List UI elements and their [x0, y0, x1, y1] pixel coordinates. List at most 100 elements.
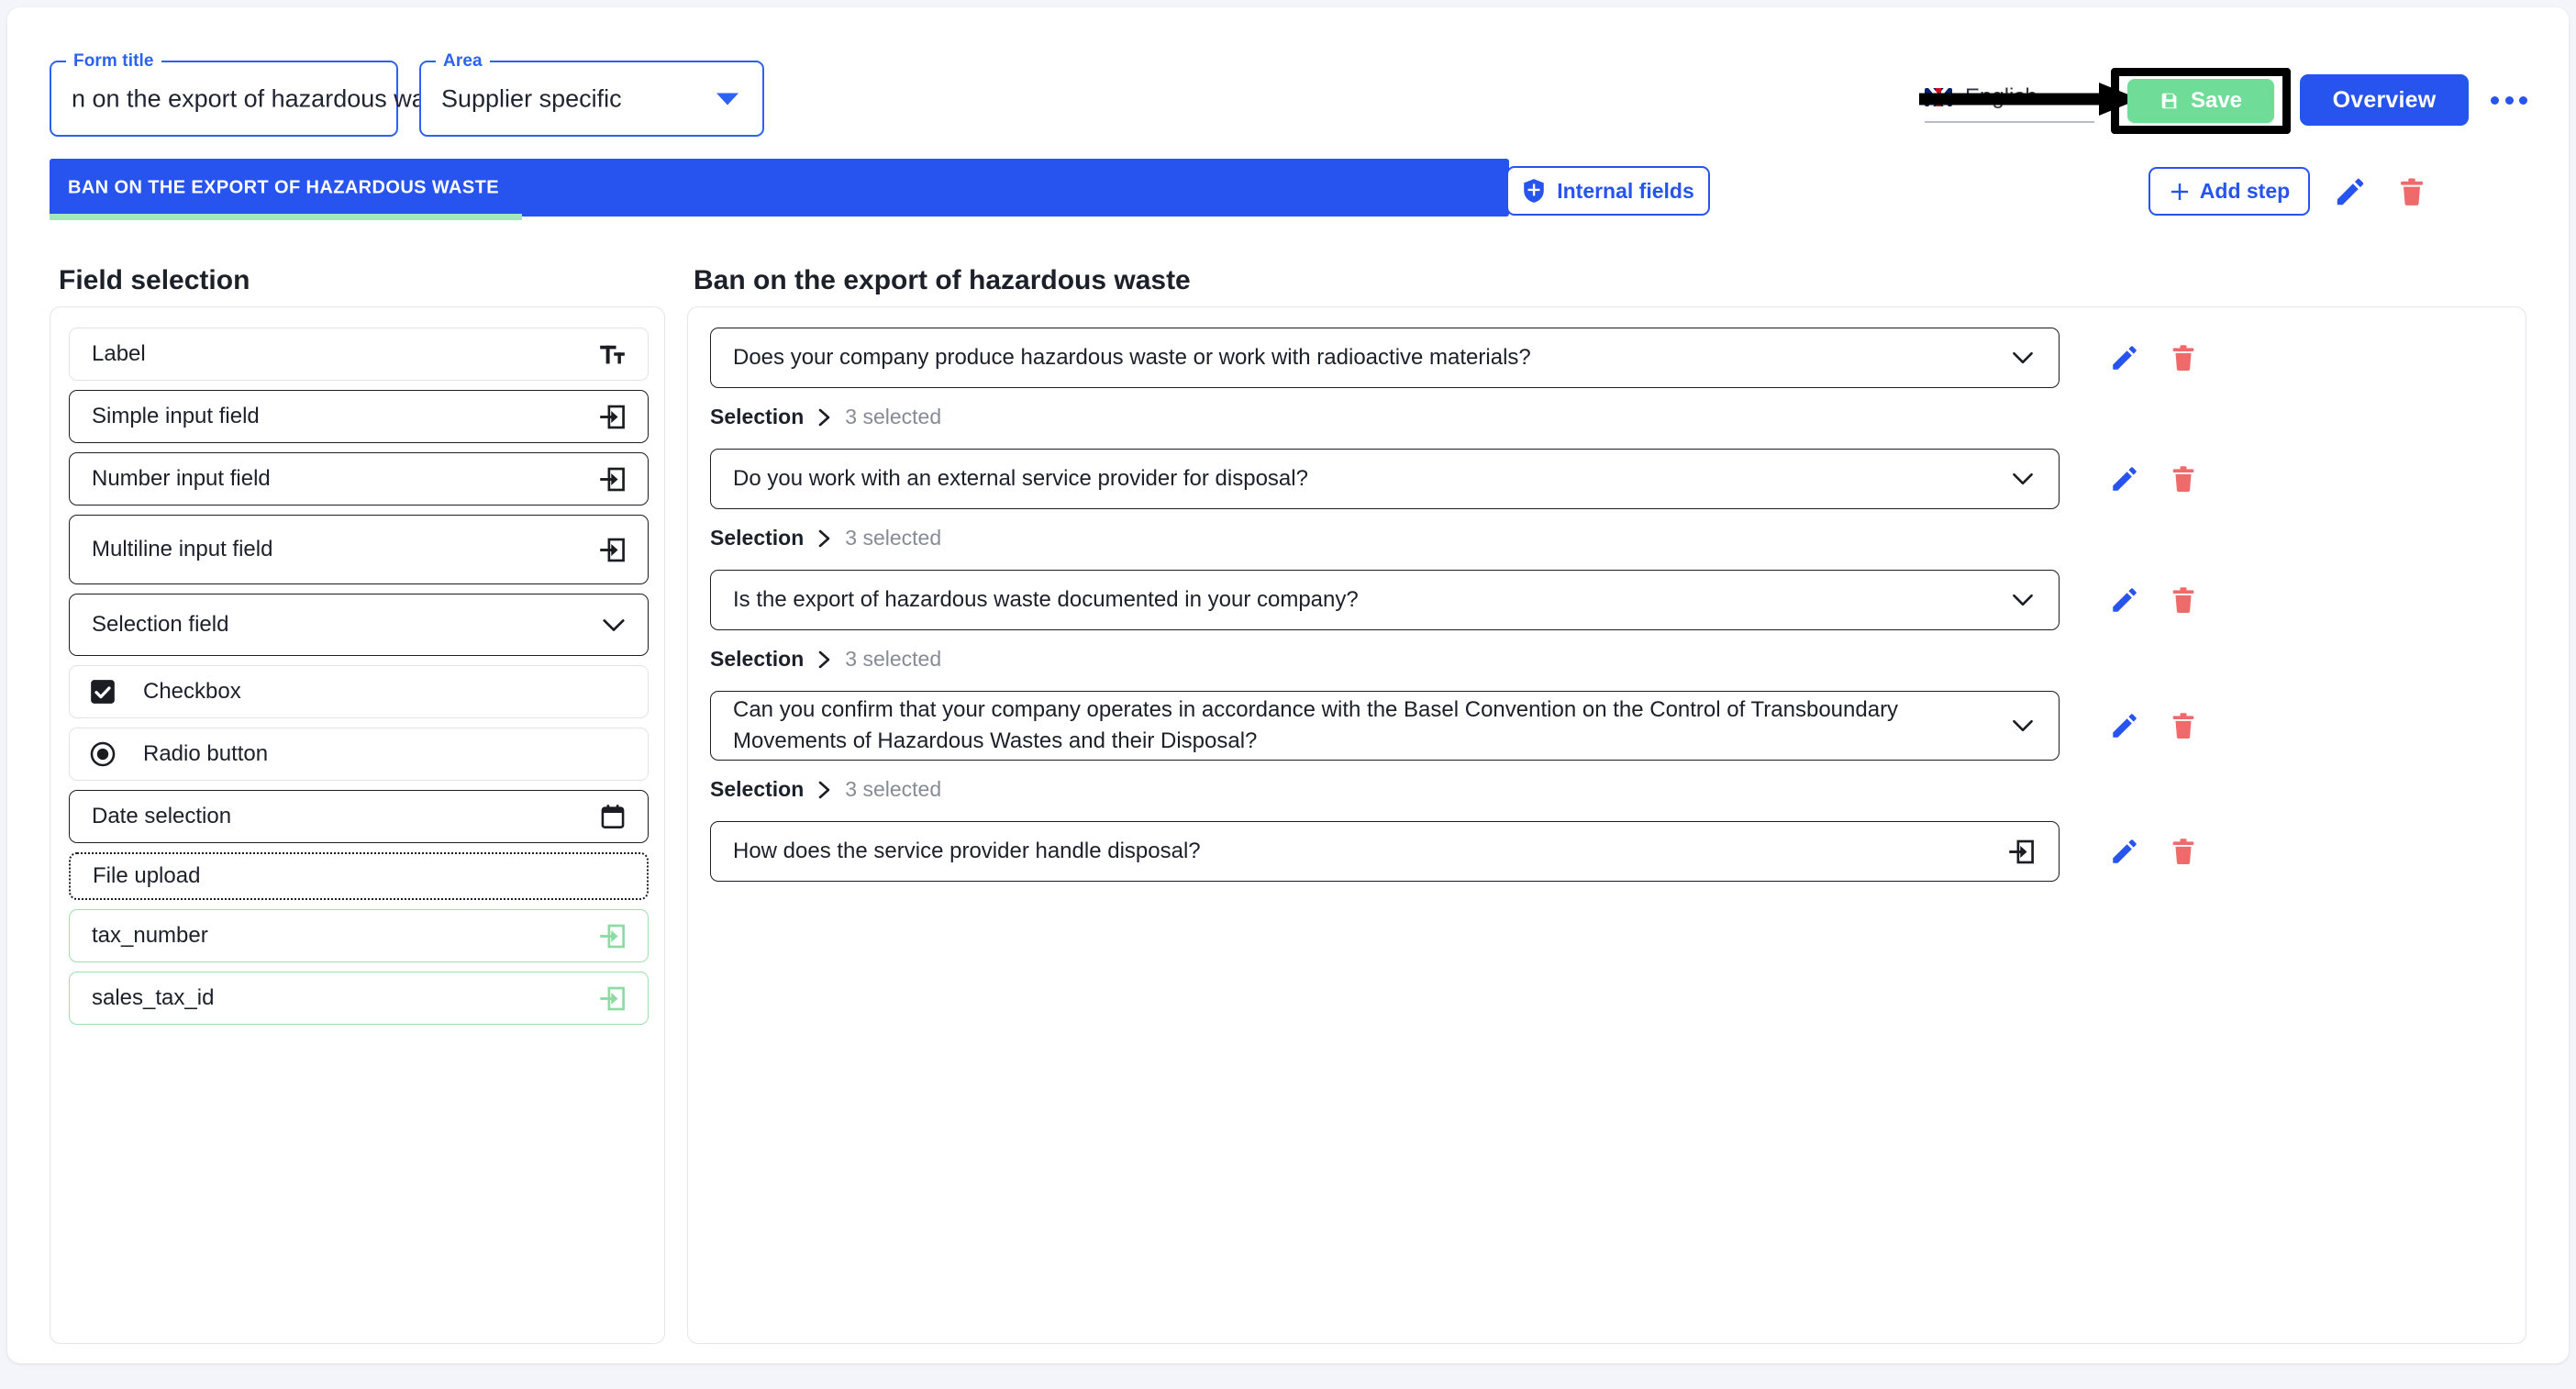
edit-question-button[interactable]	[2109, 342, 2140, 373]
question-row: Can you confirm that your company operat…	[710, 691, 2508, 761]
selection-label: Selection	[710, 647, 805, 671]
question-selection-summary[interactable]: Selection 3 selected	[710, 647, 941, 672]
question-actions	[2109, 463, 2199, 494]
internal-fields-label: Internal fields	[1557, 178, 1694, 203]
question-list-panel: Does your company produce hazardous wast…	[687, 306, 2526, 1344]
field-type-card[interactable]: File upload	[69, 852, 649, 900]
chevron-down-icon	[603, 618, 625, 631]
input-field-icon	[600, 538, 625, 561]
field-type-label: Date selection	[92, 804, 232, 828]
chevron-right-icon	[818, 781, 830, 798]
selection-count: 3 selected	[845, 405, 942, 428]
chevron-down-icon	[2013, 472, 2033, 485]
question-text: How does the service provider handle dis…	[733, 839, 1201, 863]
field-type-label: Multiline input field	[92, 537, 273, 561]
input-field-icon	[600, 467, 625, 491]
field-type-card[interactable]: sales_tax_id	[69, 972, 649, 1025]
delete-question-button[interactable]	[2168, 463, 2199, 494]
add-step-button[interactable]: Add step	[2149, 167, 2310, 216]
field-selection-panel: Label Simple input field Number input fi…	[50, 306, 665, 1344]
input-field-icon	[600, 405, 625, 428]
question-selection-summary[interactable]: Selection 3 selected	[710, 405, 941, 429]
delete-question-button[interactable]	[2168, 584, 2199, 616]
field-type-icon	[70, 679, 116, 705]
field-type-card[interactable]: Selection field	[69, 594, 649, 656]
form-title-field[interactable]: Form title n on the export of hazardous …	[50, 51, 459, 137]
trash-icon	[2172, 587, 2194, 614]
field-type-label: File upload	[93, 863, 201, 888]
trash-icon	[2172, 713, 2194, 739]
question-actions	[2109, 836, 2199, 867]
question-field-icon	[2011, 718, 2059, 733]
question-card[interactable]: Does your company produce hazardous wast…	[710, 328, 2060, 388]
selection-label: Selection	[710, 526, 805, 550]
delete-question-button[interactable]	[2168, 342, 2199, 373]
field-type-card[interactable]: Simple input field	[69, 390, 649, 443]
trash-icon	[2172, 345, 2194, 372]
delete-question-button[interactable]	[2168, 836, 2199, 867]
edit-question-button[interactable]	[2109, 836, 2140, 867]
field-type-card[interactable]: Number input field	[69, 452, 649, 506]
kebab-menu-icon[interactable]	[2491, 88, 2527, 112]
area-label: Area	[436, 51, 490, 72]
question-row: Do you work with an external service pro…	[710, 449, 2508, 509]
input-field-icon-green	[600, 924, 625, 948]
pencil-icon	[2113, 467, 2137, 491]
question-field-icon	[2011, 472, 2059, 486]
area-value: Supplier specific	[441, 84, 622, 112]
shield-icon	[1524, 179, 1544, 203]
chevron-right-icon	[818, 650, 830, 668]
pencil-icon	[2113, 588, 2137, 612]
question-row: How does the service provider handle dis…	[710, 821, 2508, 882]
field-type-card[interactable]: Checkbox	[69, 665, 649, 718]
question-card[interactable]: How does the service provider handle dis…	[710, 821, 2060, 882]
calendar-icon	[601, 805, 625, 828]
question-actions	[2109, 584, 2199, 616]
question-field-icon	[2011, 593, 2059, 607]
step-tab-active[interactable]: BAN ON THE EXPORT OF HAZARDOUS WASTE	[50, 159, 1509, 220]
field-type-card[interactable]: Radio button	[69, 728, 649, 781]
edit-question-button[interactable]	[2109, 710, 2140, 741]
field-type-icon	[599, 342, 648, 366]
overview-button[interactable]: Overview	[2300, 74, 2469, 126]
delete-question-button[interactable]	[2168, 710, 2199, 741]
edit-step-button[interactable]	[2333, 174, 2368, 209]
delete-step-button[interactable]	[2395, 174, 2428, 209]
top-toolbar: Form title n on the export of hazardous …	[7, 7, 2569, 154]
checkbox-checked-icon	[91, 680, 115, 704]
chevron-right-icon	[818, 408, 830, 426]
save-button-label: Save	[2190, 88, 2243, 113]
question-card[interactable]: Can you confirm that your company operat…	[710, 691, 2060, 761]
field-type-card[interactable]: Multiline input field	[69, 515, 649, 584]
field-type-label: Simple input field	[92, 404, 260, 428]
app-window: Form title n on the export of hazardous …	[7, 7, 2569, 1363]
field-type-card[interactable]: tax_number	[69, 909, 649, 962]
edit-question-button[interactable]	[2109, 463, 2140, 494]
question-text: Can you confirm that your company operat…	[733, 697, 1899, 753]
internal-fields-button[interactable]: Internal fields	[1506, 166, 1710, 216]
question-selection-summary[interactable]: Selection 3 selected	[710, 777, 941, 802]
chevron-right-icon	[818, 529, 830, 547]
field-type-card[interactable]: Label	[69, 328, 649, 381]
question-selection-summary[interactable]: Selection 3 selected	[710, 526, 941, 550]
field-type-icon	[599, 985, 648, 1012]
question-row: Is the export of hazardous waste documen…	[710, 570, 2508, 630]
question-text: Is the export of hazardous waste documen…	[733, 587, 1359, 612]
trash-icon	[2172, 839, 2194, 865]
question-card[interactable]: Is the export of hazardous waste documen…	[710, 570, 2060, 630]
save-button[interactable]: Save	[2127, 79, 2274, 123]
selection-count: 3 selected	[845, 647, 942, 671]
field-type-icon	[602, 617, 648, 633]
question-actions	[2109, 342, 2199, 373]
field-type-card[interactable]: Date selection	[69, 790, 649, 843]
chevron-down-icon	[716, 93, 738, 105]
field-type-label: tax_number	[92, 923, 208, 948]
question-text: Do you work with an external service pro…	[733, 466, 1308, 491]
pencil-icon	[2337, 178, 2364, 206]
question-field-icon	[2008, 839, 2059, 865]
language-underline	[1925, 121, 2094, 123]
edit-question-button[interactable]	[2109, 584, 2140, 616]
area-select[interactable]: Area Supplier specific	[419, 51, 764, 137]
field-type-icon	[599, 466, 648, 493]
question-card[interactable]: Do you work with an external service pro…	[710, 449, 2060, 509]
